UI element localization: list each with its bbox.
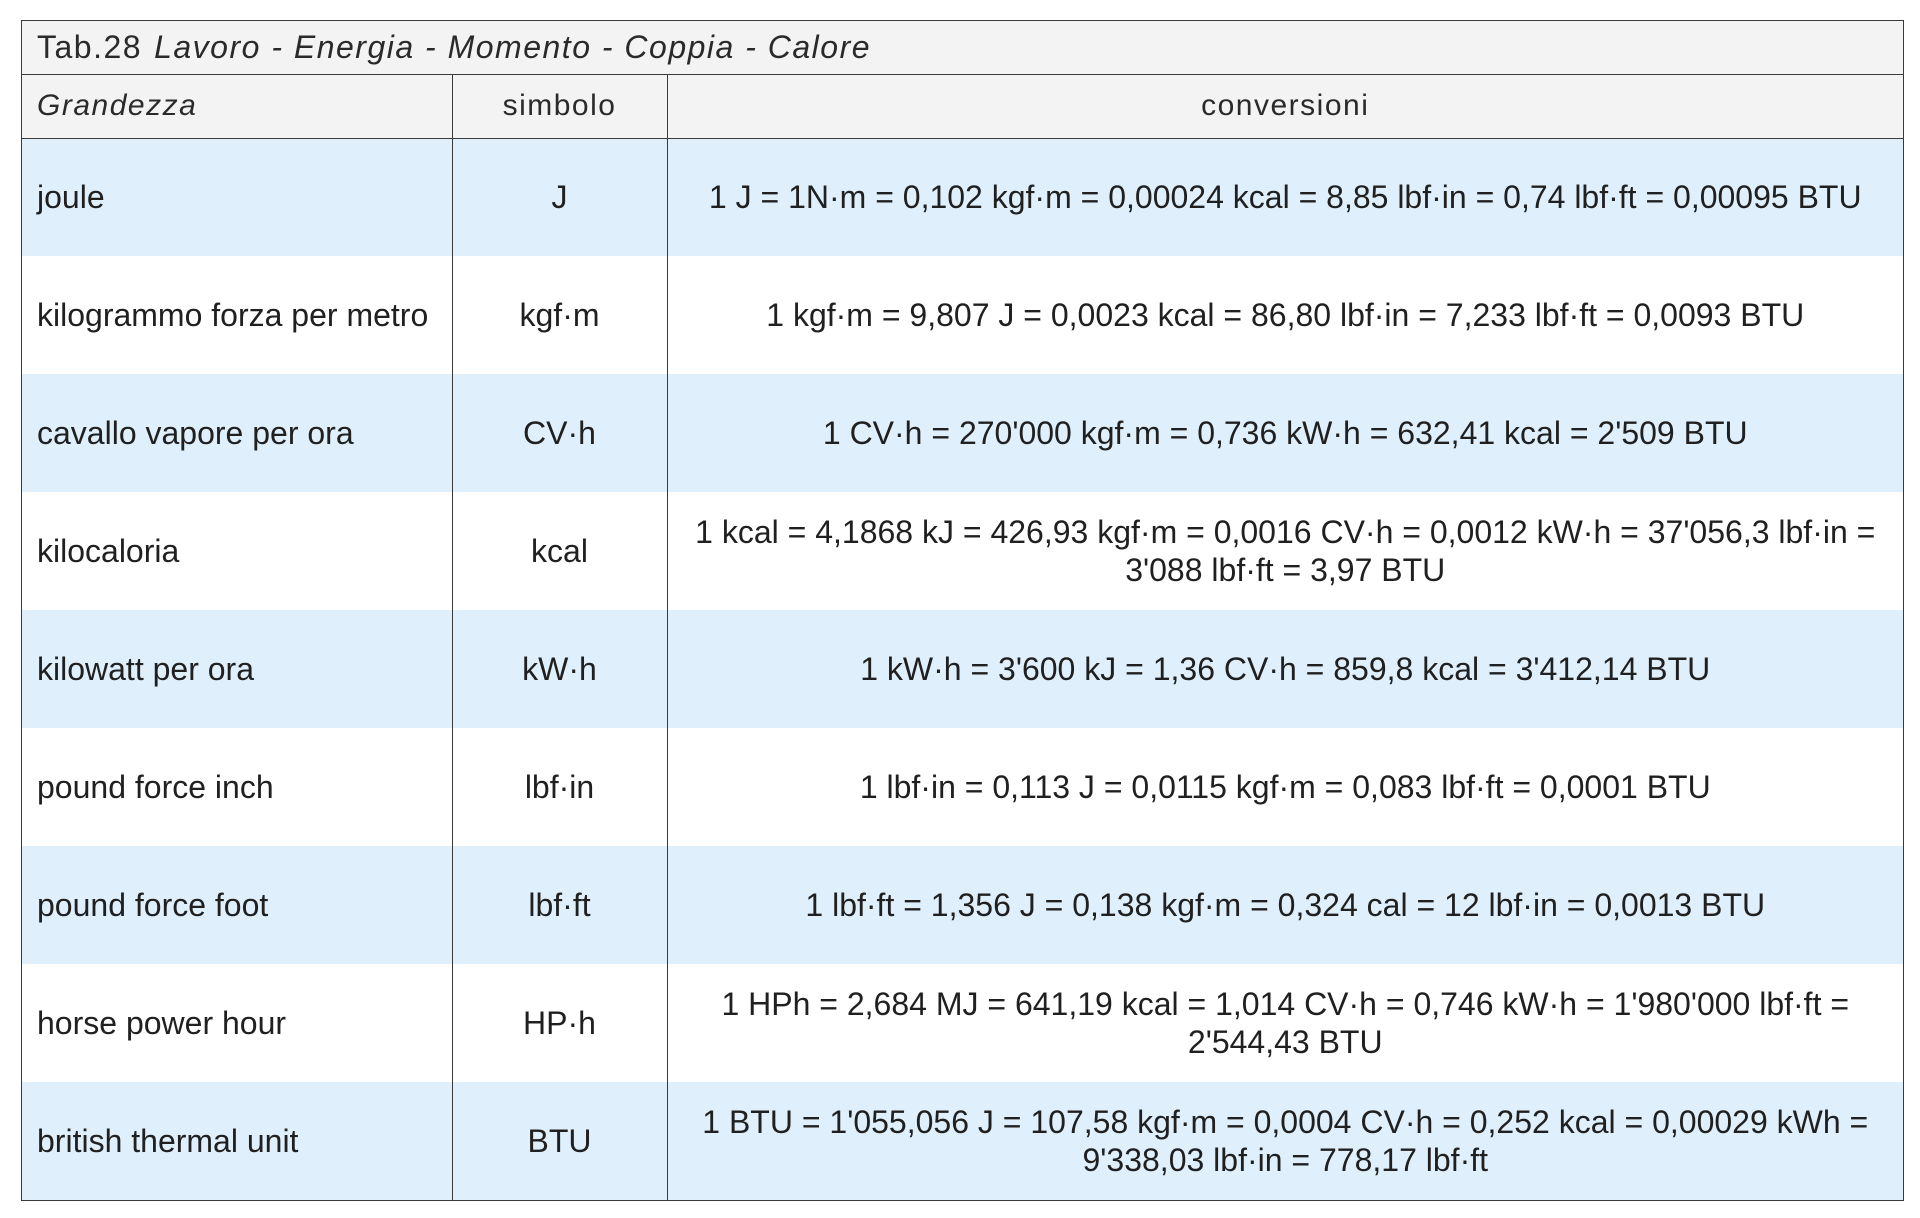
table-row: pound force foot lbf·ft 1 lbf·ft = 1,356… (22, 846, 1903, 964)
unit-symbol: BTU (452, 1082, 668, 1200)
unit-symbol: kW·h (452, 610, 668, 728)
quantity-name: kilowatt per ora (22, 610, 453, 728)
quantity-name: pound force inch (22, 728, 453, 846)
table-title: Tab.28 Lavoro - Energia - Momento - Copp… (22, 21, 1903, 75)
table-row: pound force inch lbf·in 1 lbf·in = 0,113… (22, 728, 1903, 846)
unit-symbol: lbf·in (452, 728, 668, 846)
table-row: joule J 1 J = 1N·m = 0,102 kgf·m = 0,000… (22, 138, 1903, 256)
quantity-name: cavallo vapore per ora (22, 374, 453, 492)
header-grandezza: Grandezza (22, 75, 453, 139)
conversion-text: 1 lbf·ft = 1,356 J = 0,138 kgf·m = 0,324… (667, 846, 1903, 964)
table-row: kilocaloria kcal 1 kcal = 4,1868 kJ = 42… (22, 492, 1903, 610)
conversion-text: 1 CV·h = 270'000 kgf·m = 0,736 kW·h = 63… (667, 374, 1903, 492)
conversion-text: 1 J = 1N·m = 0,102 kgf·m = 0,00024 kcal … (667, 138, 1903, 256)
quantity-name: kilocaloria (22, 492, 453, 610)
table-row: british thermal unit BTU 1 BTU = 1'055,0… (22, 1082, 1903, 1200)
table-subtitle: Lavoro - Energia - Momento - Coppia - Ca… (154, 29, 872, 65)
unit-symbol: HP·h (452, 964, 668, 1082)
table-row: cavallo vapore per ora CV·h 1 CV·h = 270… (22, 374, 1903, 492)
quantity-name: kilogrammo forza per metro (22, 256, 453, 374)
conversion-text: 1 kcal = 4,1868 kJ = 426,93 kgf·m = 0,00… (667, 492, 1903, 610)
conversion-table: Tab.28 Lavoro - Energia - Momento - Copp… (21, 20, 1904, 1201)
unit-symbol: kgf·m (452, 256, 668, 374)
quantity-name: horse power hour (22, 964, 453, 1082)
conversion-text: 1 kW·h = 3'600 kJ = 1,36 CV·h = 859,8 kc… (667, 610, 1903, 728)
conversion-text: 1 lbf·in = 0,113 J = 0,0115 kgf·m = 0,08… (667, 728, 1903, 846)
quantity-name: british thermal unit (22, 1082, 453, 1200)
header-simbolo: simbolo (452, 75, 668, 139)
unit-symbol: CV·h (452, 374, 668, 492)
table-row: kilogrammo forza per metro kgf·m 1 kgf·m… (22, 256, 1903, 374)
conversion-text: 1 kgf·m = 9,807 J = 0,0023 kcal = 86,80 … (667, 256, 1903, 374)
quantity-name: pound force foot (22, 846, 453, 964)
header-row: Grandezza simbolo conversioni (22, 75, 1903, 139)
unit-symbol: J (452, 138, 668, 256)
table-number: Tab.28 (37, 29, 143, 65)
unit-symbol: lbf·ft (452, 846, 668, 964)
table-row: horse power hour HP·h 1 HPh = 2,684 MJ =… (22, 964, 1903, 1082)
conversion-text: 1 HPh = 2,684 MJ = 641,19 kcal = 1,014 C… (667, 964, 1903, 1082)
conversion-text: 1 BTU = 1'055,056 J = 107,58 kgf·m = 0,0… (667, 1082, 1903, 1200)
unit-symbol: kcal (452, 492, 668, 610)
conversion-grid: Grandezza simbolo conversioni joule J 1 … (22, 75, 1903, 1200)
table-row: kilowatt per ora kW·h 1 kW·h = 3'600 kJ … (22, 610, 1903, 728)
header-conversioni: conversioni (667, 75, 1903, 139)
quantity-name: joule (22, 138, 453, 256)
